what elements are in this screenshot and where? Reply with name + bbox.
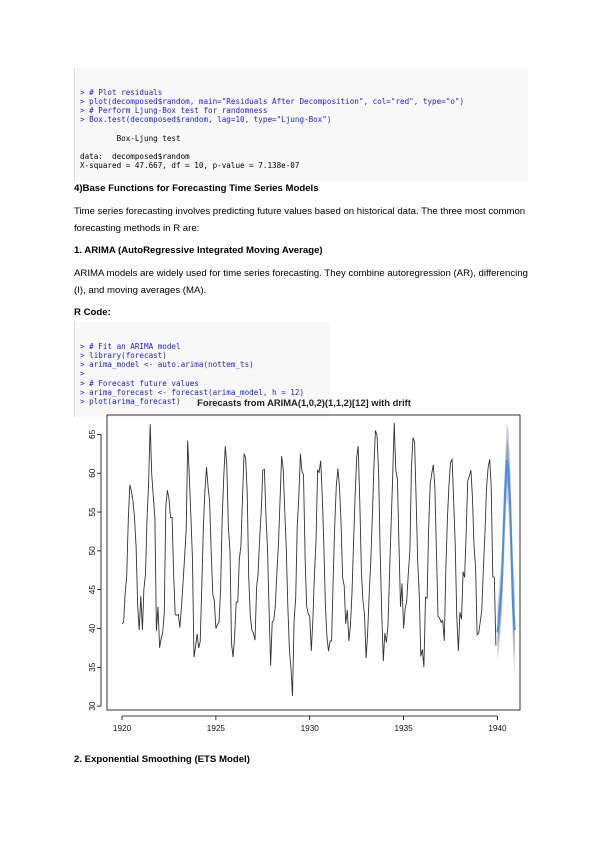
y-tick-label: 35 [88,662,97,672]
arima-paragraph: ARIMA models are widely used for time se… [74,268,528,296]
code-block-2-line: > # Forecast future values [80,378,199,388]
y-tick-label: 45 [88,585,97,595]
y-tick-label: 50 [88,546,97,556]
plot-frame [106,414,521,711]
code-block-residuals: > # Plot residuals > plot(decomposed$rand… [74,68,528,182]
y-tick-label: 30 [88,701,97,711]
code-block-1-line: X-squared = 47.667, df = 10, p-value = 7… [80,160,300,170]
code-block-1-line [80,143,528,152]
code-block-1-line: > plot(decomposed$random, main="Residual… [80,97,465,107]
code-block-1-lines: > # Plot residuals > plot(decomposed$rand… [80,88,528,170]
arima-forecast-chart: 1920 1925 1930 1935 1940 30 35 40 45 50 55 60 65 [88,414,521,733]
y-tick-label: 40 [88,623,97,633]
x-tick-label: 1940 [488,724,507,733]
code-block-1-line: data: decomposed$random [80,151,190,161]
chart-title: Forecasts from ARIMA(1,0,2)(1,1,2)[12] w… [197,397,411,408]
code-block-2-line: > [80,369,85,379]
code-block-2-line: > library(forecast) [80,351,167,361]
r-code-label: R Code: [74,307,111,318]
intro-paragraph: Time series forecasting involves predict… [74,206,526,234]
x-tick-label: 1935 [394,724,413,733]
code-block-1-line: Box-Ljung test [80,133,181,143]
y-tick-label: 60 [88,468,97,478]
code-block-1-line: > # Plot residuals [80,88,163,98]
historical-series-line [121,422,497,697]
ets-heading: 2. Exponential Smoothing (ETS Model) [74,754,250,765]
y-tick-label: 55 [88,507,97,517]
code-block-1-line [80,125,528,134]
y-tick-label: 65 [88,429,97,439]
x-tick-label: 1925 [207,724,226,733]
code-block-1-line: > # Perform Ljung-Box test for randomnes… [80,106,268,116]
code-block-2-line: > arima_forecast <- forecast(arima_model… [80,387,305,397]
section-heading: 4)Base Functions for Forecasting Time Se… [74,183,319,194]
code-block-2-line: > arima_model <- auto.arima(nottem_ts) [80,360,254,370]
code-block-1-line: > Box.test(decomposed$random, lag=10, ty… [80,115,332,125]
x-tick-label: 1920 [113,724,132,733]
code-block-2-line: > # Fit an ARIMA model [80,342,181,352]
arima-heading: 1. ARIMA (AutoRegressive Integrated Movi… [74,245,323,256]
x-tick-label: 1930 [301,724,320,733]
